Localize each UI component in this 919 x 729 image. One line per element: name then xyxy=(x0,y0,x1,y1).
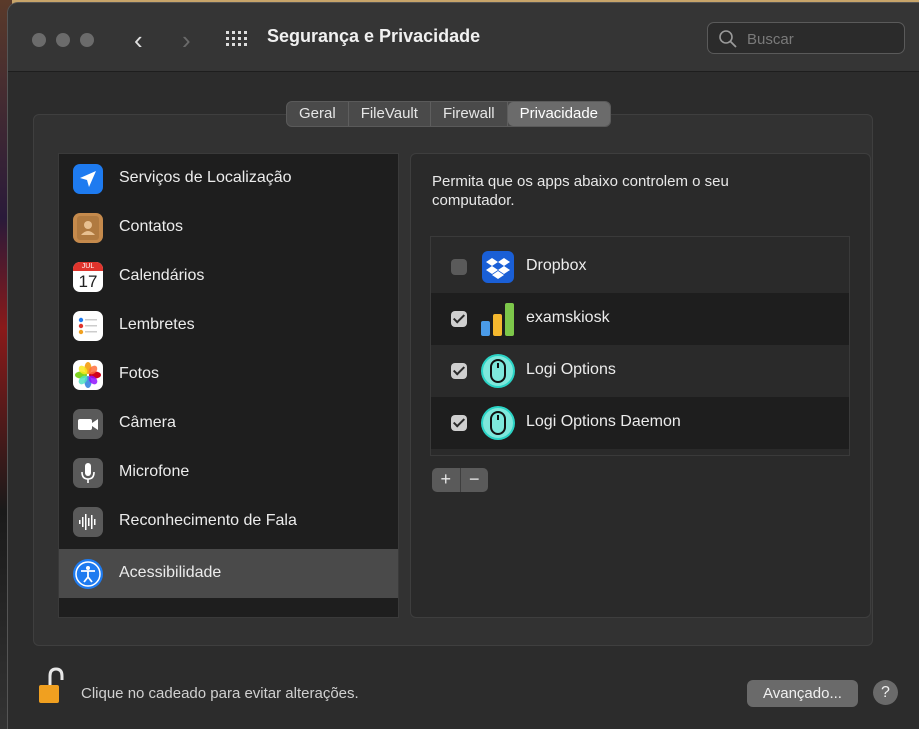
sidebar-item-label: Calendários xyxy=(119,267,205,284)
forward-button[interactable]: › xyxy=(182,23,191,57)
close-window-button[interactable] xyxy=(32,33,46,47)
microphone-icon xyxy=(73,458,103,488)
add-remove-control: + − xyxy=(432,468,488,492)
back-button[interactable]: ‹ xyxy=(134,23,143,57)
sidebar-item-label: Contatos xyxy=(119,218,184,235)
detail-pane: Permita que os apps abaixo controlem o s… xyxy=(410,153,871,618)
app-row-examskiosk[interactable]: examskiosk xyxy=(431,293,849,345)
sidebar-item-label: Serviços de Localização xyxy=(119,169,292,186)
lock-message: Clique no cadeado para evitar alterações… xyxy=(81,685,359,702)
contacts-icon xyxy=(73,213,103,243)
app-label: examskiosk xyxy=(526,309,610,326)
reminders-icon xyxy=(73,311,103,341)
titlebar: ‹ › Segurança e Privacidade xyxy=(8,3,919,72)
permission-description: Permita que os apps abaixo controlem o s… xyxy=(432,173,729,209)
zoom-window-button[interactable] xyxy=(80,33,94,47)
app-label: Logi Options Daemon xyxy=(526,413,681,430)
privacy-category-list: Serviços de Localização Contatos JUL 17 … xyxy=(58,153,399,618)
sidebar-item-speech-recognition[interactable]: Reconhecimento de Fala xyxy=(59,497,398,546)
app-checkbox[interactable] xyxy=(451,363,467,379)
camera-icon xyxy=(73,409,103,439)
app-label: Dropbox xyxy=(526,257,587,274)
sidebar-item-label: Reconhecimento de Fala xyxy=(119,512,297,529)
search-input[interactable] xyxy=(745,27,899,51)
sidebar-item-label: Microfone xyxy=(119,463,190,480)
preferences-window: ‹ › Segurança e Privacidade Geral FileVa… xyxy=(8,3,919,729)
app-checkbox[interactable] xyxy=(451,311,467,327)
tab-filevault[interactable]: FileVault xyxy=(349,102,431,126)
examskiosk-icon xyxy=(480,301,516,337)
accessibility-icon xyxy=(73,559,103,589)
calendar-day: 17 xyxy=(78,272,98,291)
sidebar-item-label: Acessibilidade xyxy=(119,564,222,581)
sidebar-item-label: Câmera xyxy=(119,414,176,431)
sidebar-item-location[interactable]: Serviços de Localização xyxy=(59,154,398,203)
sidebar-item-camera[interactable]: Câmera xyxy=(59,399,398,448)
advanced-button[interactable]: Avançado... xyxy=(747,680,858,707)
search-field[interactable] xyxy=(707,22,905,54)
app-label: Logi Options xyxy=(526,361,616,378)
remove-app-button[interactable]: − xyxy=(461,468,489,492)
speech-recognition-icon xyxy=(73,507,103,537)
sidebar-item-label: Lembretes xyxy=(119,316,195,333)
calendar-month: JUL xyxy=(73,262,103,271)
search-icon xyxy=(719,30,737,48)
app-row-logi-options[interactable]: Logi Options xyxy=(431,345,849,397)
sidebar-item-contacts[interactable]: Contatos xyxy=(59,203,398,252)
show-all-grid-icon[interactable] xyxy=(226,31,248,47)
tab-bar: Geral FileVault Firewall Privacidade xyxy=(286,101,612,127)
help-button[interactable]: ? xyxy=(873,680,898,705)
app-checkbox[interactable] xyxy=(451,415,467,431)
sidebar-item-label: Fotos xyxy=(119,365,160,382)
logi-mouse-icon xyxy=(480,405,516,441)
sidebar-item-microphone[interactable]: Microfone xyxy=(59,448,398,497)
unlocked-padlock-icon[interactable] xyxy=(38,667,64,707)
app-row-dropbox[interactable]: Dropbox xyxy=(431,241,849,293)
app-list: Dropbox examskiosk Logi Options Logi Opt… xyxy=(430,236,850,456)
sidebar-item-reminders[interactable]: Lembretes xyxy=(59,301,398,350)
calendar-icon: JUL 17 xyxy=(73,262,103,292)
add-app-button[interactable]: + xyxy=(432,468,461,492)
dropbox-icon xyxy=(480,249,516,285)
minimize-window-button[interactable] xyxy=(56,33,70,47)
tab-geral[interactable]: Geral xyxy=(287,102,349,126)
logi-mouse-icon xyxy=(480,353,516,389)
app-row-logi-options-daemon[interactable]: Logi Options Daemon xyxy=(431,397,849,449)
photos-icon xyxy=(73,360,103,390)
tab-firewall[interactable]: Firewall xyxy=(431,102,508,126)
tab-privacidade[interactable]: Privacidade xyxy=(507,102,611,126)
sidebar-item-calendars[interactable]: JUL 17 Calendários xyxy=(59,252,398,301)
sidebar-item-accessibility[interactable]: Acessibilidade xyxy=(59,549,398,598)
window-title: Segurança e Privacidade xyxy=(267,26,481,46)
location-arrow-icon xyxy=(73,164,103,194)
sidebar-item-photos[interactable]: Fotos xyxy=(59,350,398,399)
app-checkbox[interactable] xyxy=(451,259,467,275)
